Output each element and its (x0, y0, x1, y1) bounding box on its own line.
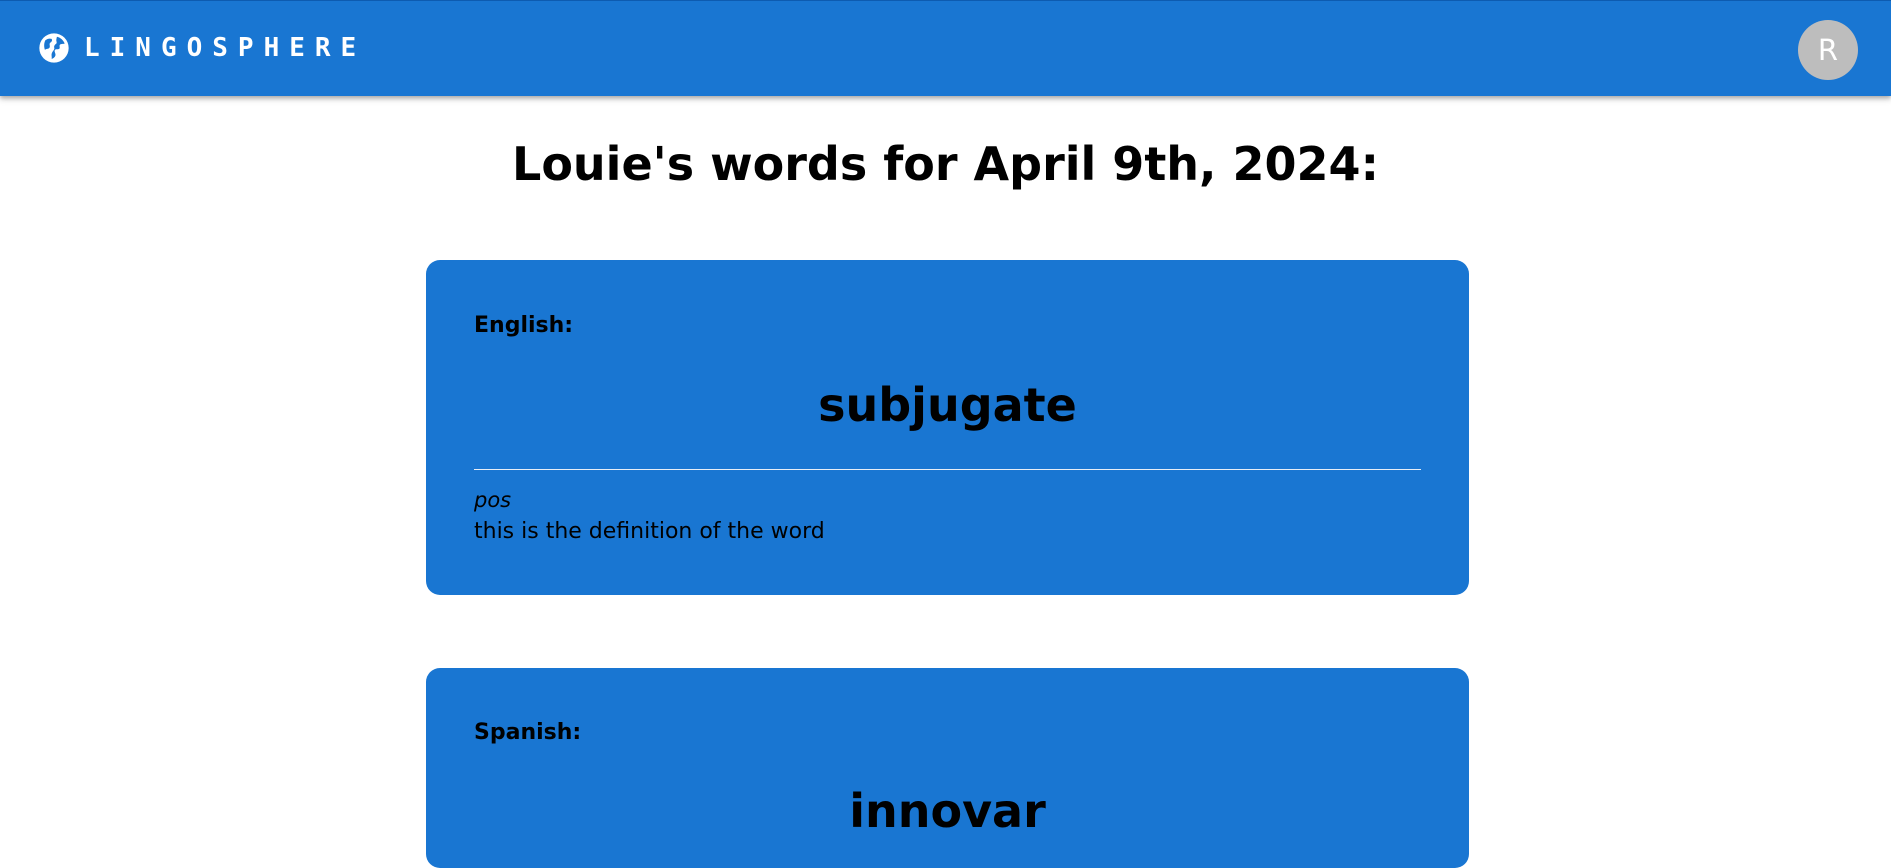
avatar[interactable]: R (1798, 20, 1858, 80)
app-name: LINGOSPHERE (84, 33, 367, 63)
app-bar: LINGOSPHERE R (0, 0, 1891, 96)
globe-icon (38, 32, 70, 64)
card-language-label: English: (474, 313, 574, 338)
card-language-label: Spanish: (474, 720, 582, 745)
word-card-english: English: subjugate pos this is the defin… (426, 260, 1469, 595)
page-title: Louie's words for April 9th, 2024: (512, 137, 1379, 191)
card-divider (474, 469, 1421, 470)
word-card-spanish: Spanish: innovar (426, 668, 1469, 868)
card-word: subjugate (818, 378, 1077, 432)
card-word: innovar (849, 784, 1046, 838)
brand-logo-link[interactable]: LINGOSPHERE (38, 32, 366, 64)
card-definition: this is the definition of the word (474, 519, 825, 544)
card-part-of-speech: pos (474, 488, 512, 512)
